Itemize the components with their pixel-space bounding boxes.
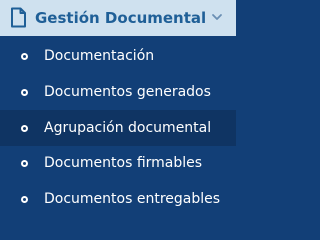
sidebar-submenu: Gestión Documental Documentación Documen… xyxy=(0,0,236,217)
bullet-icon xyxy=(21,160,28,167)
menu-item-documentos-firmables[interactable]: Documentos firmables xyxy=(0,145,236,181)
menu-item-label: Documentos generados xyxy=(44,84,211,100)
menu-item-documentos-generados[interactable]: Documentos generados xyxy=(0,74,236,110)
document-icon xyxy=(11,7,26,28)
menu-item-label: Documentación xyxy=(44,48,155,64)
bullet-icon xyxy=(21,196,28,203)
section-header-gestion-documental[interactable]: Gestión Documental xyxy=(0,0,236,36)
menu-item-documentos-entregables[interactable]: Documentos entregables xyxy=(0,181,236,217)
bullet-icon xyxy=(21,125,28,132)
bullet-icon xyxy=(21,53,28,60)
menu-item-documentacion[interactable]: Documentación xyxy=(0,38,236,74)
menu-item-label: Agrupación documental xyxy=(44,120,212,136)
chevron-down-icon[interactable] xyxy=(210,10,224,24)
bullet-icon xyxy=(21,89,28,96)
menu-item-agrupacion-documental[interactable]: Agrupación documental xyxy=(0,110,236,146)
section-title: Gestión Documental xyxy=(35,9,207,27)
menu-item-label: Documentos firmables xyxy=(44,155,203,171)
menu-item-label: Documentos entregables xyxy=(44,191,221,207)
